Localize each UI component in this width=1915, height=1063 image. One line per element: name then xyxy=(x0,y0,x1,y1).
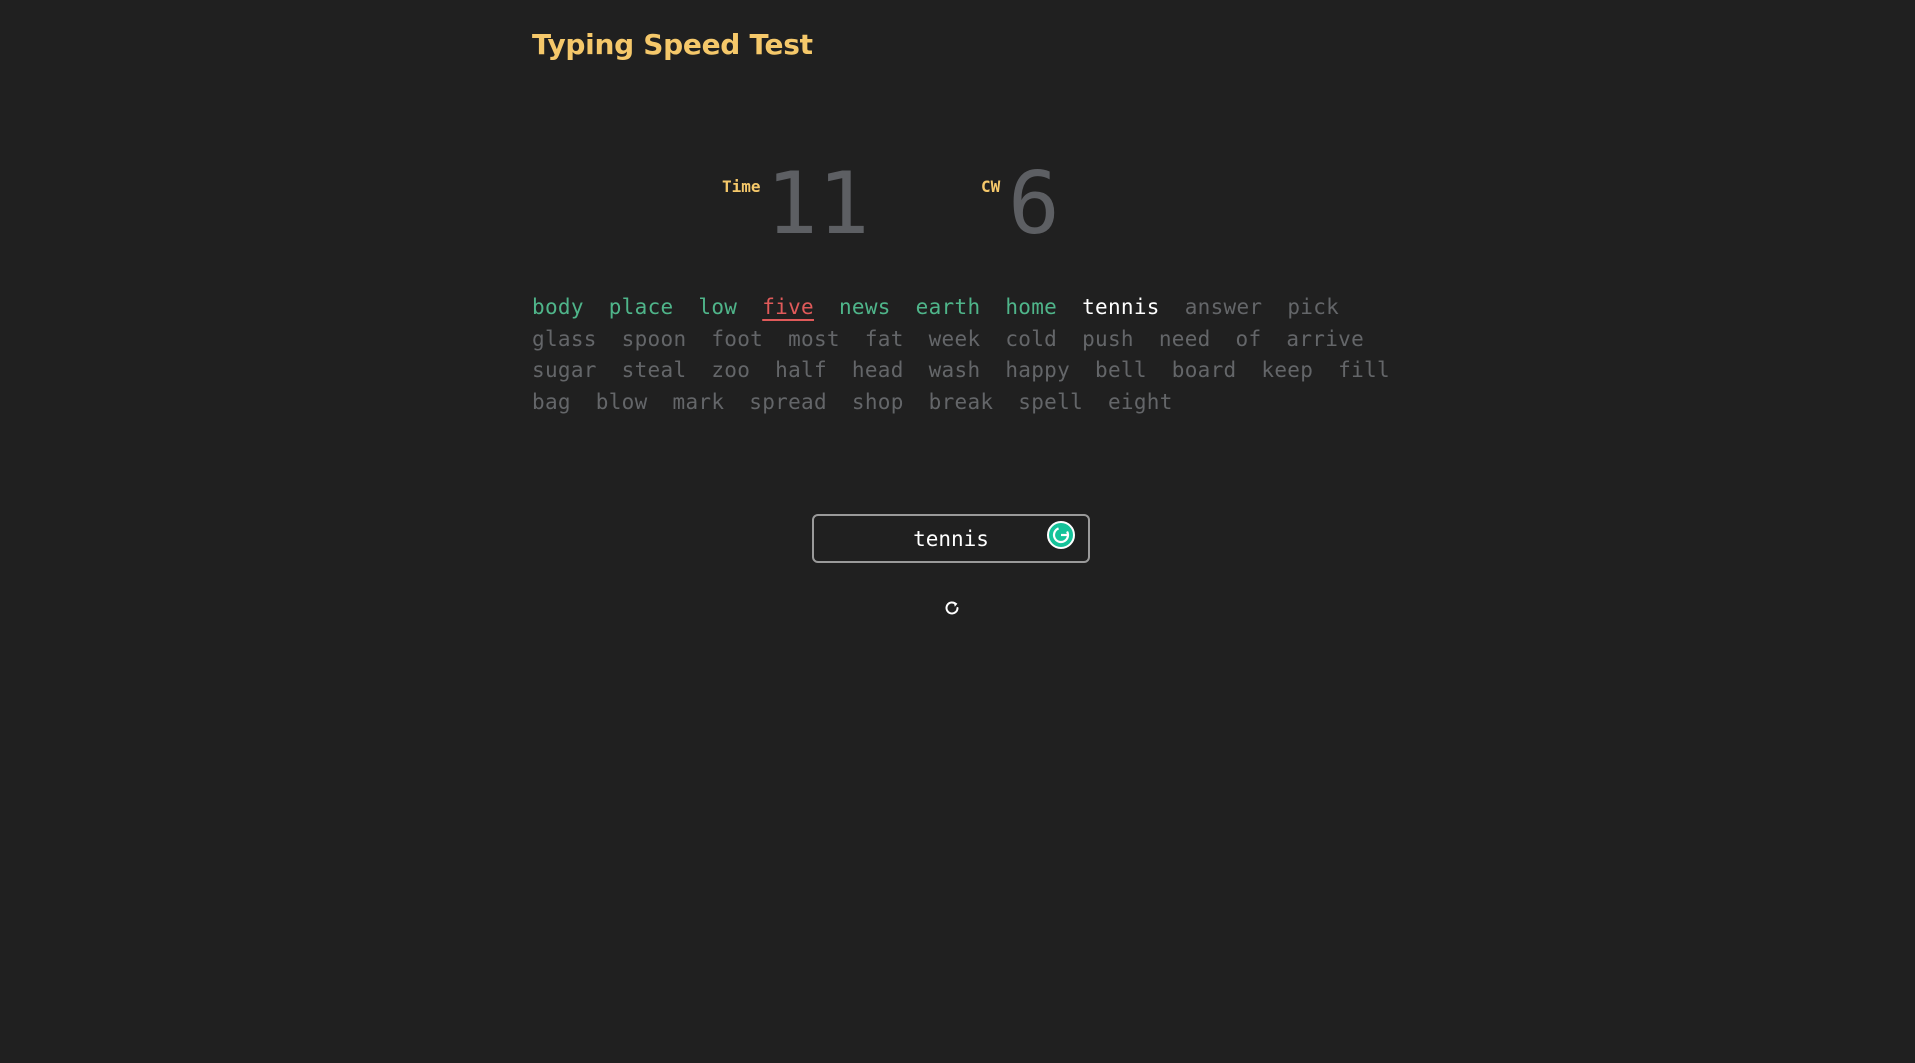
word-pending: half xyxy=(775,358,827,382)
word-pending: steal xyxy=(621,358,687,382)
word-pending: keep xyxy=(1261,358,1314,382)
word-current: tennis xyxy=(1082,295,1160,319)
word-correct: place xyxy=(608,295,674,319)
restart-button[interactable] xyxy=(940,596,964,620)
word-pending: blow xyxy=(595,389,648,414)
word-pending: bag xyxy=(532,389,571,414)
word-pending: pick xyxy=(1287,295,1340,319)
word-pending: push xyxy=(1082,326,1134,351)
stats-panel: Time 11 CW 6 xyxy=(0,155,1915,255)
word-pending: head xyxy=(851,358,904,382)
word-pending: fill xyxy=(1338,358,1390,382)
word-pending: spread xyxy=(749,389,827,414)
correct-words-label: CW xyxy=(981,177,1001,196)
word-correct: body xyxy=(532,295,584,319)
word-correct: earth xyxy=(915,295,981,319)
word-pending: cold xyxy=(1005,326,1058,351)
word-pending: spell xyxy=(1018,389,1084,414)
grammarly-icon[interactable] xyxy=(1047,521,1075,549)
word-correct: news xyxy=(838,295,891,319)
time-value: 11 xyxy=(766,154,870,254)
word-pending: break xyxy=(928,389,994,414)
word-list: body place low five news earth home tenn… xyxy=(532,292,1412,418)
word-pending: wash xyxy=(928,358,981,382)
word-pending: need xyxy=(1158,326,1211,351)
word-pending: answer xyxy=(1184,295,1263,319)
word-pending: zoo xyxy=(711,358,751,382)
word-pending: sugar xyxy=(532,358,597,382)
word-pending: happy xyxy=(1005,358,1071,382)
word-correct: low xyxy=(698,295,738,319)
word-pending: of xyxy=(1235,326,1262,351)
word-pending: eight xyxy=(1107,389,1173,414)
restart-icon xyxy=(945,601,959,615)
word-pending: week xyxy=(928,326,981,351)
word-pending: glass xyxy=(532,326,597,351)
word-pending: arrive xyxy=(1286,326,1365,351)
word-incorrect: five xyxy=(762,295,814,319)
word-pending: spoon xyxy=(621,326,687,351)
word-correct: home xyxy=(1005,295,1058,319)
word-pending: most xyxy=(788,326,840,351)
word-pending: foot xyxy=(711,326,764,351)
word-pending: board xyxy=(1171,358,1237,382)
word-pending: mark xyxy=(672,389,725,414)
typing-input-box[interactable] xyxy=(812,514,1090,563)
word-pending: bell xyxy=(1095,358,1147,382)
time-label: Time xyxy=(722,177,761,196)
word-pending: fat xyxy=(864,326,904,351)
app-title: Typing Speed Test xyxy=(532,28,813,61)
word-pending: shop xyxy=(851,389,904,414)
correct-words-value: 6 xyxy=(1008,154,1060,254)
